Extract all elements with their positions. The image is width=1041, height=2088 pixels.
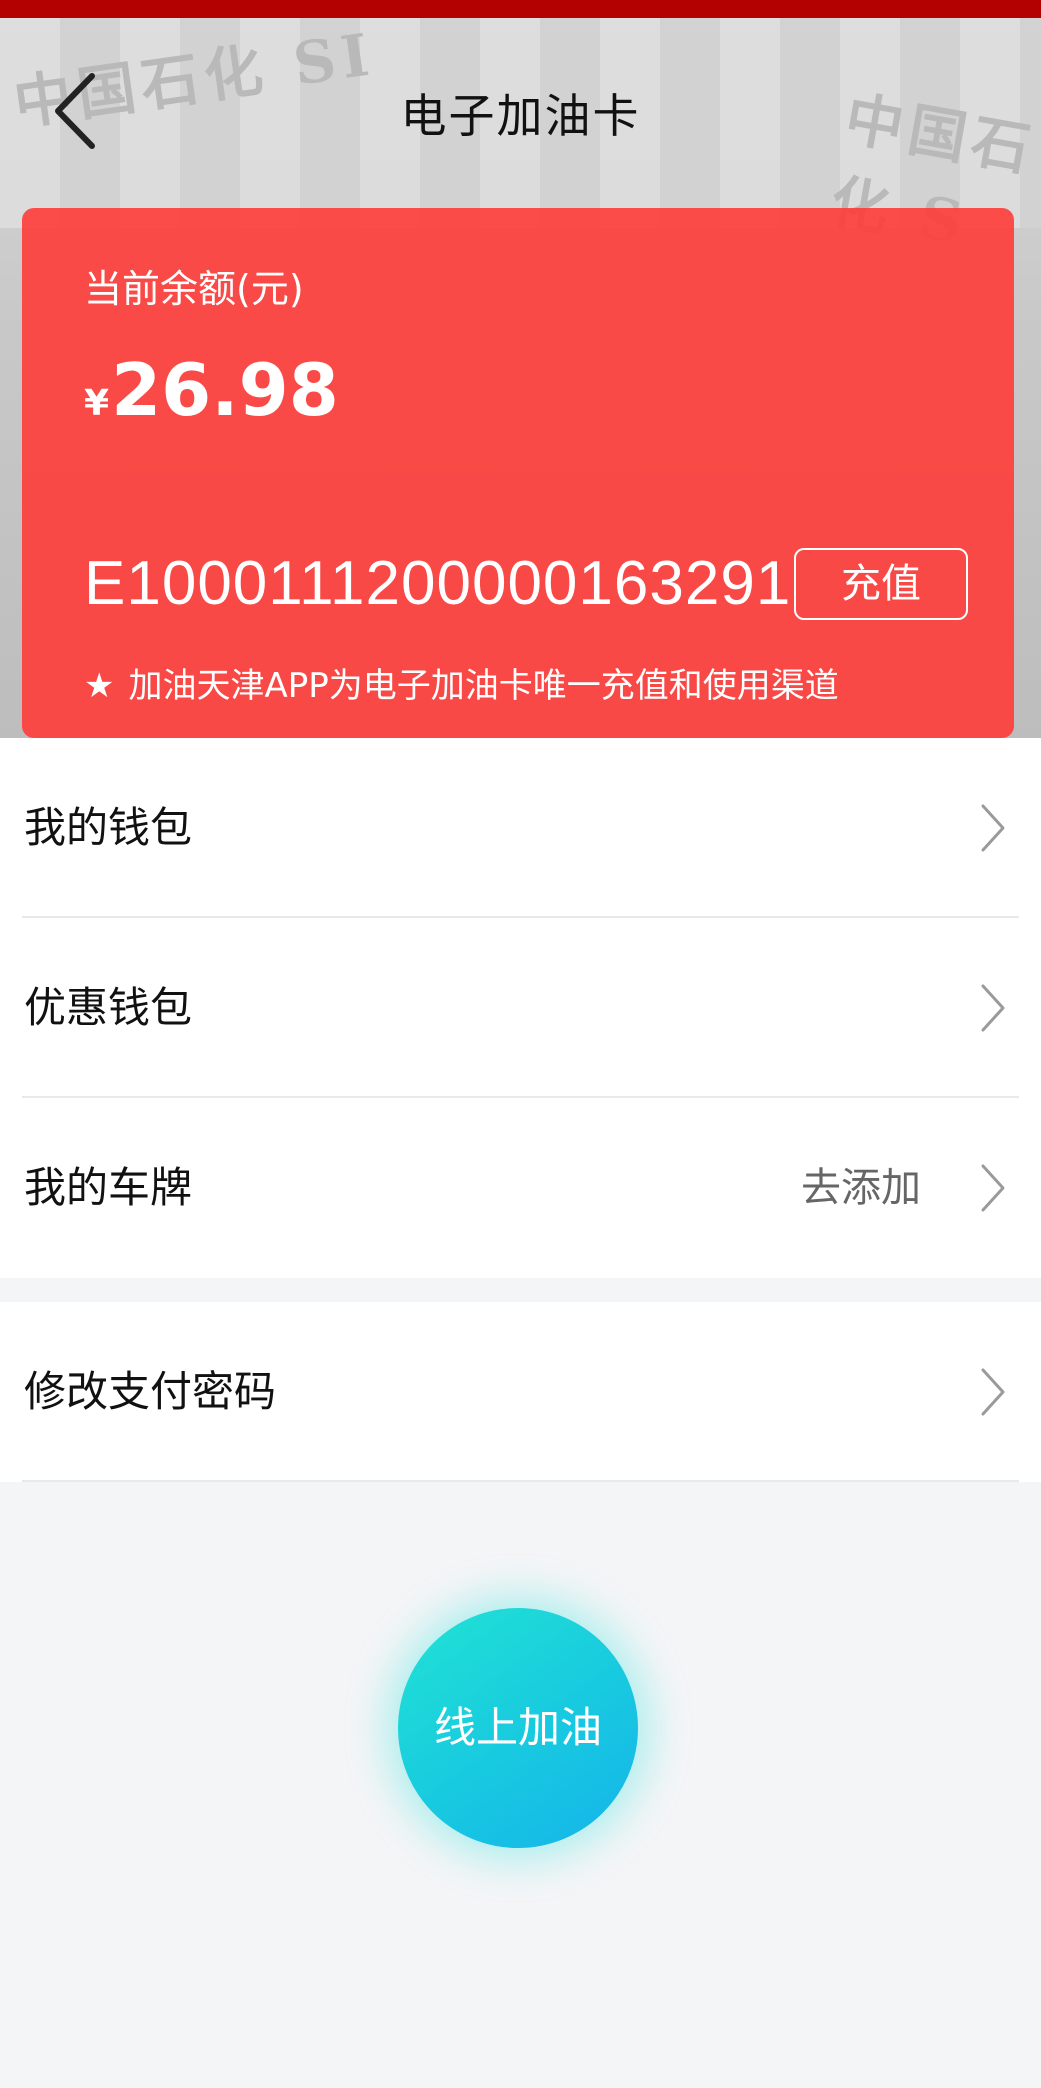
page-title: 电子加油卡 xyxy=(400,89,641,143)
card-number: E1000111200000163291 xyxy=(84,549,792,618)
menu-item-label: 优惠钱包 xyxy=(24,983,193,1032)
chevron-right-icon xyxy=(981,1368,1005,1416)
menu-item-license-plate[interactable]: 我的车牌 去添加 xyxy=(0,1098,1041,1278)
chevron-right-icon xyxy=(981,1164,1005,1212)
recharge-notice: ★ 加油天津APP为电子加油卡唯一充值和使用渠道 xyxy=(84,658,839,707)
page: 中国石化 SI 中国石化 S 电子加油卡 当前余额(元) ¥26.98 E100… xyxy=(0,0,1041,2088)
menu-item-change-password[interactable]: 修改支付密码 xyxy=(0,1302,1041,1482)
menu-item-label: 我的钱包 xyxy=(24,803,193,852)
balance-label: 当前余额(元) xyxy=(84,267,304,311)
star-icon: ★ xyxy=(84,666,115,706)
balance-value: 26.98 xyxy=(111,348,339,432)
fuel-card: 当前余额(元) ¥26.98 E1000111200000163291 充值 ★… xyxy=(22,208,1014,738)
chevron-right-icon xyxy=(981,804,1005,852)
recharge-button[interactable]: 充值 xyxy=(794,548,968,620)
menu-list: 我的钱包 优惠钱包 我的车牌 去添加 xyxy=(0,738,1041,1278)
menu-item-label: 我的车牌 xyxy=(24,1163,193,1212)
chevron-right-icon xyxy=(981,984,1005,1032)
divider xyxy=(22,1480,1019,1482)
online-fuel-button[interactable]: 线上加油 xyxy=(398,1608,638,1848)
currency-symbol: ¥ xyxy=(84,383,110,424)
nav-bar: 电子加油卡 xyxy=(0,18,1041,168)
menu-item-coupon-wallet[interactable]: 优惠钱包 xyxy=(0,918,1041,1098)
menu-item-label: 修改支付密码 xyxy=(24,1367,277,1416)
notice-text: 加油天津APP为电子加油卡唯一充值和使用渠道 xyxy=(128,666,839,706)
settings-list: 修改支付密码 xyxy=(0,1302,1041,1482)
balance-amount: ¥26.98 xyxy=(84,348,339,432)
add-plate-link[interactable]: 去添加 xyxy=(801,1098,921,1278)
menu-item-wallet[interactable]: 我的钱包 xyxy=(0,738,1041,918)
status-bar xyxy=(0,0,1041,18)
